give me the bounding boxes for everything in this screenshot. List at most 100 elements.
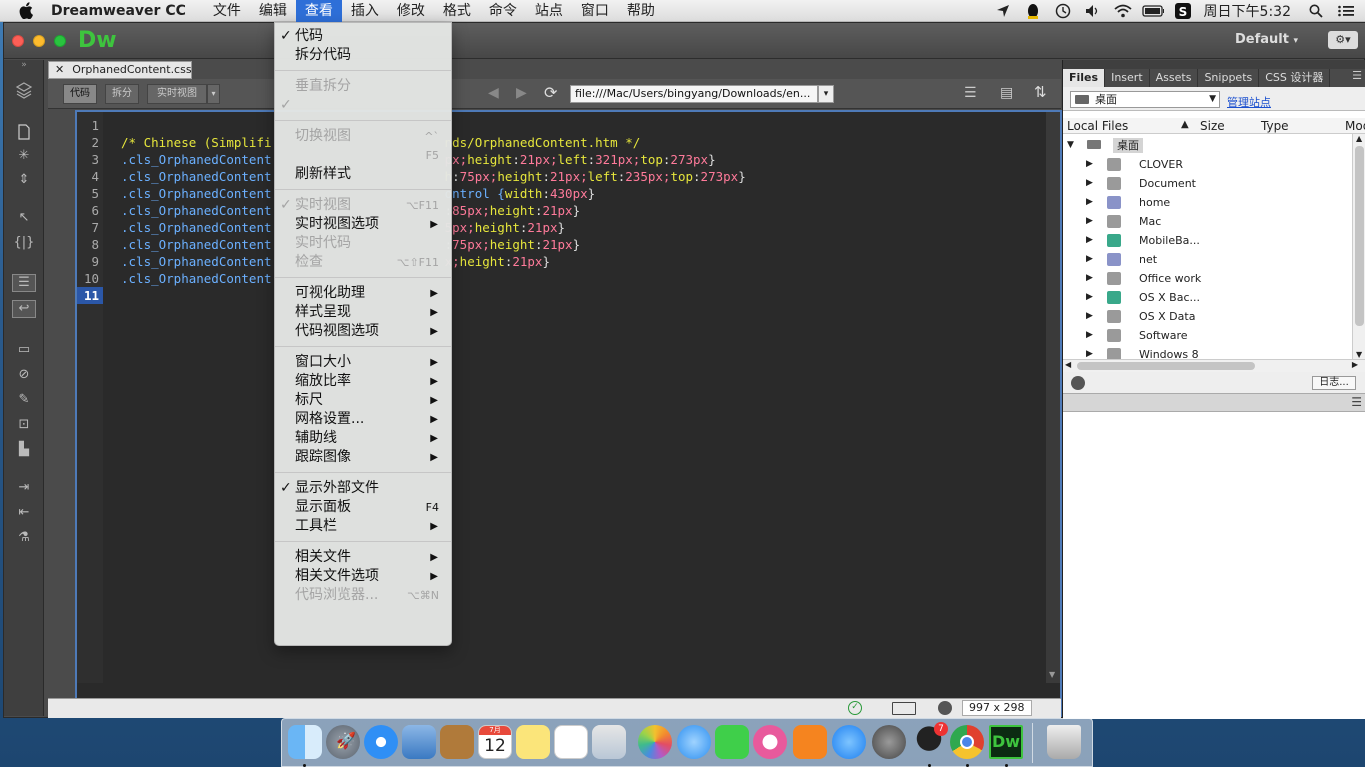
globe-icon[interactable] [938,701,952,715]
code-view-button[interactable]: 代码 [63,84,97,104]
expand-arrow-icon[interactable]: ▶ [1086,269,1093,288]
column-modified[interactable]: Mod [1345,119,1365,133]
notification-center-icon[interactable] [1335,3,1357,19]
back-icon[interactable]: ◀ [488,85,499,101]
live-view-dropdown[interactable]: ▾ [207,84,220,104]
menu-commands[interactable]: 命令 [480,0,526,22]
view-menu-item[interactable]: 相关文件选项 ▶ [275,567,451,586]
view-menu-item[interactable]: 相关文件 ▶ [275,548,451,567]
zoom-window-button[interactable] [54,35,66,47]
expand-icon[interactable]: ⇕ [12,172,36,190]
tree-root-row[interactable]: ▼ 桌面 [1063,136,1352,155]
tab-css-designer[interactable]: CSS 设计器 [1259,69,1331,87]
line-numbers-icon[interactable]: ☰ [12,274,36,292]
file-tree-item[interactable]: ▶ OS X Data [1063,307,1352,326]
view-menu-item[interactable]: 拆分代码 [275,46,451,65]
photo-booth-icon[interactable] [592,725,626,759]
spotlight-search-icon[interactable] [1305,3,1327,19]
view-menu-item[interactable]: 显示面板 F4 [275,498,451,517]
refresh-icon[interactable]: ⟳ [544,83,557,102]
tab-insert[interactable]: Insert [1105,69,1150,87]
menu-view[interactable]: 查看 [295,0,342,22]
file-tree-item[interactable]: ▶ OS X Bac... [1063,288,1352,307]
split-view-button[interactable]: 拆分 [105,84,139,104]
site-selector[interactable]: 桌面 ▼ [1070,91,1220,108]
document-tab[interactable]: ✕ OrphanedContent.css [48,61,192,79]
file-management-icon[interactable]: ☰ [964,85,977,101]
tab-snippets[interactable]: Snippets [1198,69,1260,87]
outdent-icon[interactable]: ⇤ [12,505,36,523]
expand-arrow-icon[interactable]: ▶ [1086,212,1093,231]
time-machine-icon[interactable] [1052,3,1074,19]
file-tree-item[interactable]: ▶ Software [1063,326,1352,345]
remove-comment-icon[interactable]: ⊘ [12,367,36,385]
open-documents-icon[interactable] [12,124,36,142]
location-arrow-icon[interactable] [992,3,1014,19]
expand-arrow-icon[interactable]: ▶ [1086,250,1093,269]
finder-icon[interactable] [288,725,322,759]
panel-menu-icon[interactable]: ☰ [1351,395,1362,409]
app-name[interactable]: Dreamweaver CC [51,3,186,19]
reminders-icon[interactable] [554,725,588,759]
menu-modify[interactable]: 修改 [388,0,434,22]
contacts-icon[interactable] [440,725,474,759]
editor-vertical-scrollbar[interactable]: ▼ [1046,112,1060,683]
sync-icon[interactable]: ⇅ [1034,83,1047,101]
file-tree-item[interactable]: ▶ home [1063,193,1352,212]
notes-icon[interactable] [516,725,550,759]
view-menu-item[interactable]: 工具栏 ▶ [275,517,451,536]
validation-ok-icon[interactable]: ✓ [848,701,862,715]
select-parent-tag-icon[interactable]: ↖ [12,210,36,228]
balance-braces-icon[interactable]: {|} [12,235,36,253]
column-type[interactable]: Type [1261,119,1289,133]
recent-snippets-icon[interactable]: ⊡ [12,417,36,435]
expand-arrow-icon[interactable]: ▶ [1086,326,1093,345]
launchpad-icon[interactable]: 🚀 [326,725,360,759]
file-tree-item[interactable]: ▶ Office work [1063,269,1352,288]
qq-icon[interactable]: 7 [912,722,948,759]
s-app-icon[interactable]: S [1172,3,1194,19]
itunes-icon[interactable] [753,725,787,759]
view-menu-item[interactable]: 标尺 ▶ [275,391,451,410]
expand-arrow-icon[interactable]: ▶ [1086,231,1093,250]
panel-menu-icon[interactable]: ☰ [1352,69,1365,87]
view-options-icon[interactable]: ▤ [1000,85,1013,101]
facetime-icon[interactable] [715,725,749,759]
menu-insert[interactable]: 插入 [342,0,388,22]
view-menu-item[interactable]: 代码视图选项 ▶ [275,322,451,341]
minimize-window-button[interactable] [33,35,45,47]
window-size-readout[interactable]: 997 x 298 [962,700,1032,716]
expand-arrow-icon[interactable]: ▶ [1086,174,1093,193]
battery-icon[interactable] [1141,3,1164,19]
log-button[interactable]: 日志... [1312,376,1356,390]
close-tab-icon[interactable]: ✕ [55,63,64,76]
dreamweaver-icon[interactable]: Dw [989,725,1023,759]
expand-arrow-icon[interactable]: ▶ [1086,193,1093,212]
forward-icon[interactable]: ▶ [516,85,527,101]
view-menu-item[interactable]: 窗口大小 ▶ [275,353,451,372]
gear-icon[interactable]: ⚙▾ [1328,31,1358,49]
menu-edit[interactable]: 编辑 [250,0,296,22]
view-menu-item[interactable]: 样式呈现 ▶ [275,303,451,322]
wrap-tag-icon[interactable]: ✎ [12,392,36,410]
menu-window[interactable]: 窗口 [572,0,618,22]
file-tree-item[interactable]: ▶ net [1063,250,1352,269]
file-tree-item[interactable]: ▶ Mac [1063,212,1352,231]
chrome-icon[interactable] [950,725,984,759]
trash-icon[interactable] [1047,725,1081,759]
workspace-switcher[interactable]: Default ▾ [1235,32,1298,47]
view-menu-item[interactable]: 跟踪图像 ▶ [275,448,451,467]
view-menu-item[interactable]: 缩放比率 ▶ [275,372,451,391]
column-size[interactable]: Size [1200,119,1225,133]
address-dropdown-icon[interactable]: ▾ [818,85,834,103]
menu-help[interactable]: 帮助 [618,0,664,22]
view-menu-item[interactable]: ✓ 显示外部文件 [275,479,451,498]
volume-icon[interactable] [1082,3,1104,19]
expand-arrow-icon[interactable]: ▶ [1086,155,1093,174]
ibooks-icon[interactable] [793,725,827,759]
view-menu-item[interactable]: 可视化助理 ▶ [275,284,451,303]
view-menu-item[interactable]: 刷新样式 [275,165,451,184]
connection-status-icon[interactable] [1071,376,1085,390]
view-menu-item[interactable]: ✓ 代码 [275,27,451,46]
format-source-icon[interactable]: ⚗ [12,530,36,548]
